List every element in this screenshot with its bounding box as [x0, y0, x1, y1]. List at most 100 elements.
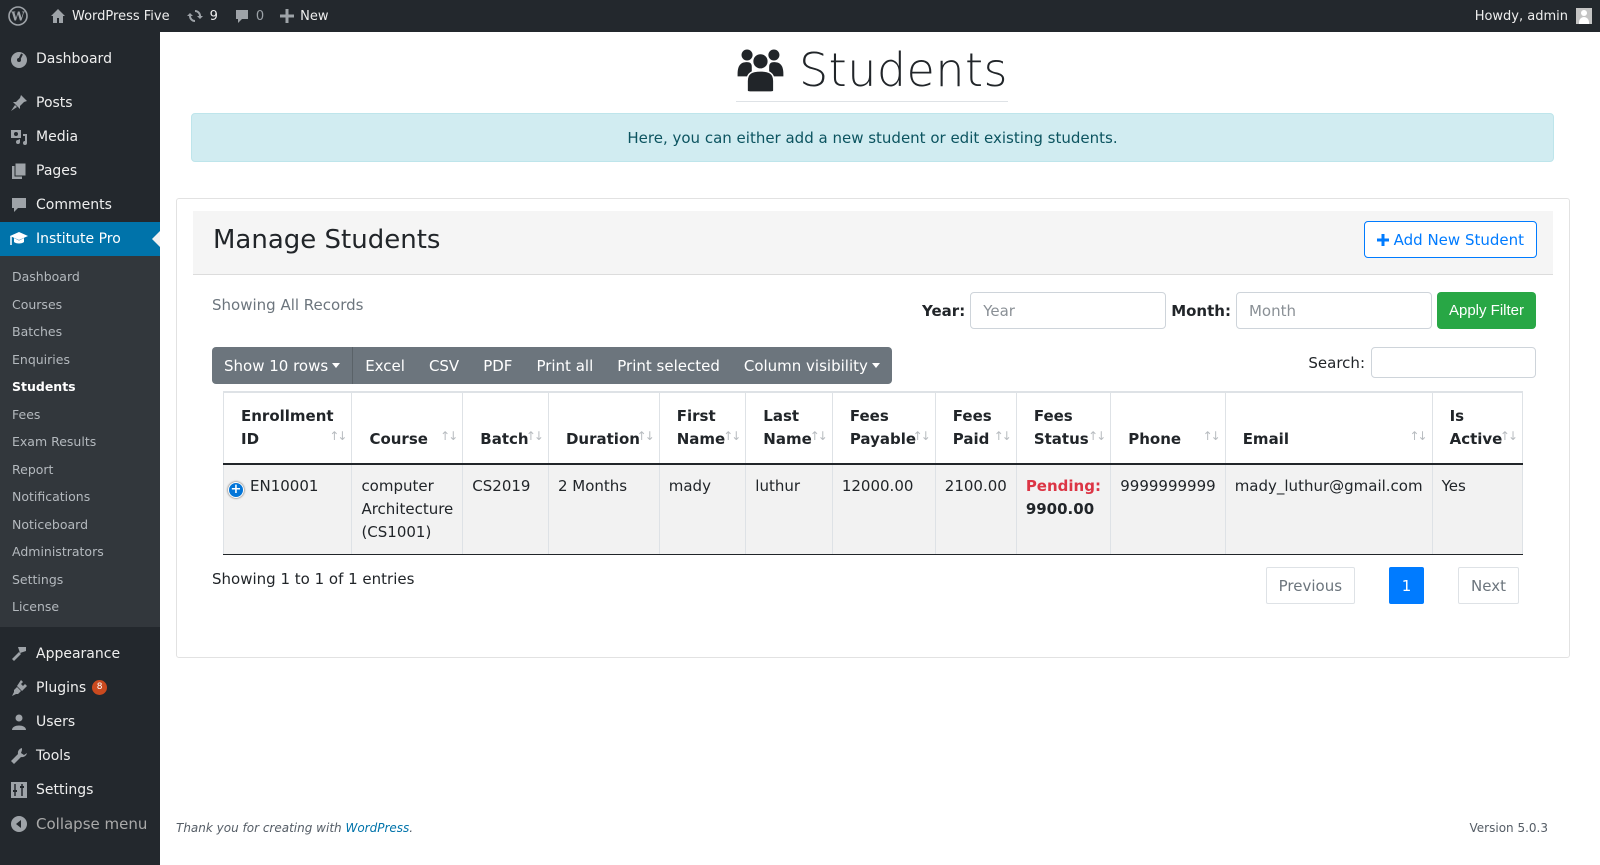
previous-page-button[interactable]: Previous [1265, 567, 1356, 604]
updates-count: 9 [209, 8, 218, 24]
next-page-button[interactable]: Next [1458, 567, 1519, 604]
graduation-cap-icon [9, 229, 29, 249]
sort-icon: ↑↓ [440, 429, 458, 443]
menu-item-dashboard[interactable]: Dashboard [0, 42, 160, 76]
my-account-link[interactable]: Howdy, admin [1467, 0, 1600, 32]
menu-item-institute-pro[interactable]: Institute Pro [0, 222, 160, 256]
menu-label: Settings [36, 781, 94, 798]
column-header-phone[interactable]: Phone ↑↓ [1110, 391, 1226, 465]
pagination: Previous 1 Next [1265, 567, 1519, 604]
menu-label: Institute Pro [36, 231, 121, 247]
pdf-button[interactable]: PDF [471, 347, 524, 384]
admin-sidebar: Dashboard Posts Media Pages Comments Ins… [0, 32, 160, 865]
menu-item-users[interactable]: Users [0, 705, 160, 739]
user-icon [9, 712, 29, 732]
year-input[interactable] [970, 292, 1167, 329]
menu-item-posts[interactable]: Posts [0, 86, 160, 120]
page-header: Students [736, 38, 1008, 102]
sort-icon: ↑↓ [525, 429, 544, 443]
add-new-student-button[interactable]: Add New Student [1363, 221, 1537, 258]
excel-button[interactable]: Excel [353, 347, 417, 384]
caret-down-icon [871, 363, 880, 368]
menu-item-pages[interactable]: Pages [0, 154, 160, 188]
sort-icon: ↑↓ [1499, 429, 1518, 443]
submenu-exam-results[interactable]: Exam Results [0, 428, 160, 456]
cell-phone: 9999999999 [1110, 464, 1226, 555]
new-content-link[interactable]: New [272, 0, 336, 32]
footer-thanks: Thank you for creating with WordPress. [176, 821, 414, 835]
info-alert: Here, you can either add a new student o… [191, 113, 1554, 162]
column-header-first-name[interactable]: First Name ↑↓ [658, 391, 746, 465]
comments-link[interactable]: 0 [226, 0, 272, 32]
year-label: Year: [922, 301, 966, 320]
show-rows-dropdown[interactable]: Show 10 rows [212, 347, 354, 384]
howdy-text: Howdy, admin [1474, 8, 1568, 24]
menu-item-tools[interactable]: Tools [0, 739, 160, 773]
menu-label: Dashboard [36, 51, 112, 67]
dashboard-icon [9, 49, 29, 69]
submenu-enquiries[interactable]: Enquiries [0, 346, 160, 374]
submenu-settings[interactable]: Settings [0, 566, 160, 594]
sort-icon: ↑↓ [912, 429, 931, 443]
page-1-button[interactable]: 1 [1389, 567, 1425, 604]
collapse-menu-button[interactable]: Collapse menu [0, 807, 160, 841]
submenu-dashboard[interactable]: Dashboard [0, 263, 160, 291]
submenu-report[interactable]: Report [0, 456, 160, 484]
submenu-fees[interactable]: Fees [0, 401, 160, 429]
menu-item-settings[interactable]: Settings [0, 773, 160, 807]
print-all-button[interactable]: Print all [524, 347, 605, 384]
avatar [1576, 8, 1592, 24]
page-title: Students [798, 42, 1008, 97]
submenu-license[interactable]: License [0, 593, 160, 621]
expand-row-icon[interactable]: + [228, 481, 244, 498]
column-header-course[interactable]: Course ↑↓ [351, 391, 463, 465]
table-search: Search: [1308, 347, 1536, 378]
submenu-students[interactable]: Students [0, 373, 160, 401]
apply-filter-button[interactable]: Apply Filter [1436, 292, 1536, 329]
column-header-last-name[interactable]: Last Name ↑↓ [745, 391, 833, 465]
site-name-link[interactable]: WordPress Five [42, 0, 178, 32]
cell-duration: 2 Months [547, 464, 660, 555]
submenu-administrators[interactable]: Administrators [0, 538, 160, 566]
column-header-email[interactable]: Email ↑↓ [1224, 391, 1433, 465]
column-header-fees-status[interactable]: Fees Status ↑↓ [1015, 391, 1111, 465]
month-input[interactable] [1235, 292, 1432, 329]
search-input[interactable] [1371, 347, 1536, 378]
column-header-duration[interactable]: Duration ↑↓ [547, 391, 660, 465]
pending-label: Pending: [1025, 477, 1101, 495]
menu-item-appearance[interactable]: Appearance [0, 637, 160, 671]
plus-icon [1376, 233, 1389, 246]
menu-item-media[interactable]: Media [0, 120, 160, 154]
submenu-noticeboard[interactable]: Noticeboard [0, 511, 160, 539]
cell-email: mady_luthur@gmail.com [1224, 464, 1433, 555]
column-visibility-dropdown[interactable]: Column visibility [732, 347, 892, 384]
print-selected-button[interactable]: Print selected [605, 347, 732, 384]
submenu-notifications[interactable]: Notifications [0, 483, 160, 511]
menu-item-comments[interactable]: Comments [0, 188, 160, 222]
column-header-batch[interactable]: Batch ↑↓ [462, 391, 549, 465]
menu-label: Appearance [36, 645, 121, 662]
column-header-enrollment-id[interactable]: Enrollment ID ↑↓ [222, 391, 352, 465]
admin-bar: W WordPress Five 9 0 New Howdy, admin [0, 0, 1600, 32]
table-row[interactable]: + EN10001 computer Architecture (CS1001) CS… [222, 464, 1524, 555]
datatable-buttons: Show 10 rows Excel CSV PDF Print all Pri… [212, 347, 892, 384]
menu-item-plugins[interactable]: Plugins 8 [0, 671, 160, 705]
submenu-batches[interactable]: Batches [0, 318, 160, 346]
wordpress-link[interactable]: WordPress [345, 821, 409, 835]
column-header-fees-payable[interactable]: Fees Payable ↑↓ [831, 391, 936, 465]
wordpress-logo-button[interactable]: W [0, 0, 42, 32]
search-label: Search: [1308, 353, 1365, 372]
cell-fees-payable: 12000.00 [831, 464, 936, 555]
column-header-is-active[interactable]: Is Active ↑↓ [1431, 391, 1524, 465]
comment-icon [235, 10, 248, 23]
settings-icon [9, 780, 29, 800]
institute-pro-submenu: Dashboard Courses Batches Enquiries Stud… [0, 256, 160, 627]
submenu-courses[interactable]: Courses [0, 291, 160, 319]
sort-icon: ↑↓ [636, 429, 655, 443]
updates-link[interactable]: 9 [178, 0, 226, 32]
column-header-fees-paid[interactable]: Fees Paid ↑↓ [934, 391, 1017, 465]
plugins-update-badge: 8 [92, 680, 108, 695]
comment-icon [9, 195, 29, 215]
csv-button[interactable]: CSV [417, 347, 471, 384]
card-header: Manage Students Add New Student [193, 211, 1553, 275]
